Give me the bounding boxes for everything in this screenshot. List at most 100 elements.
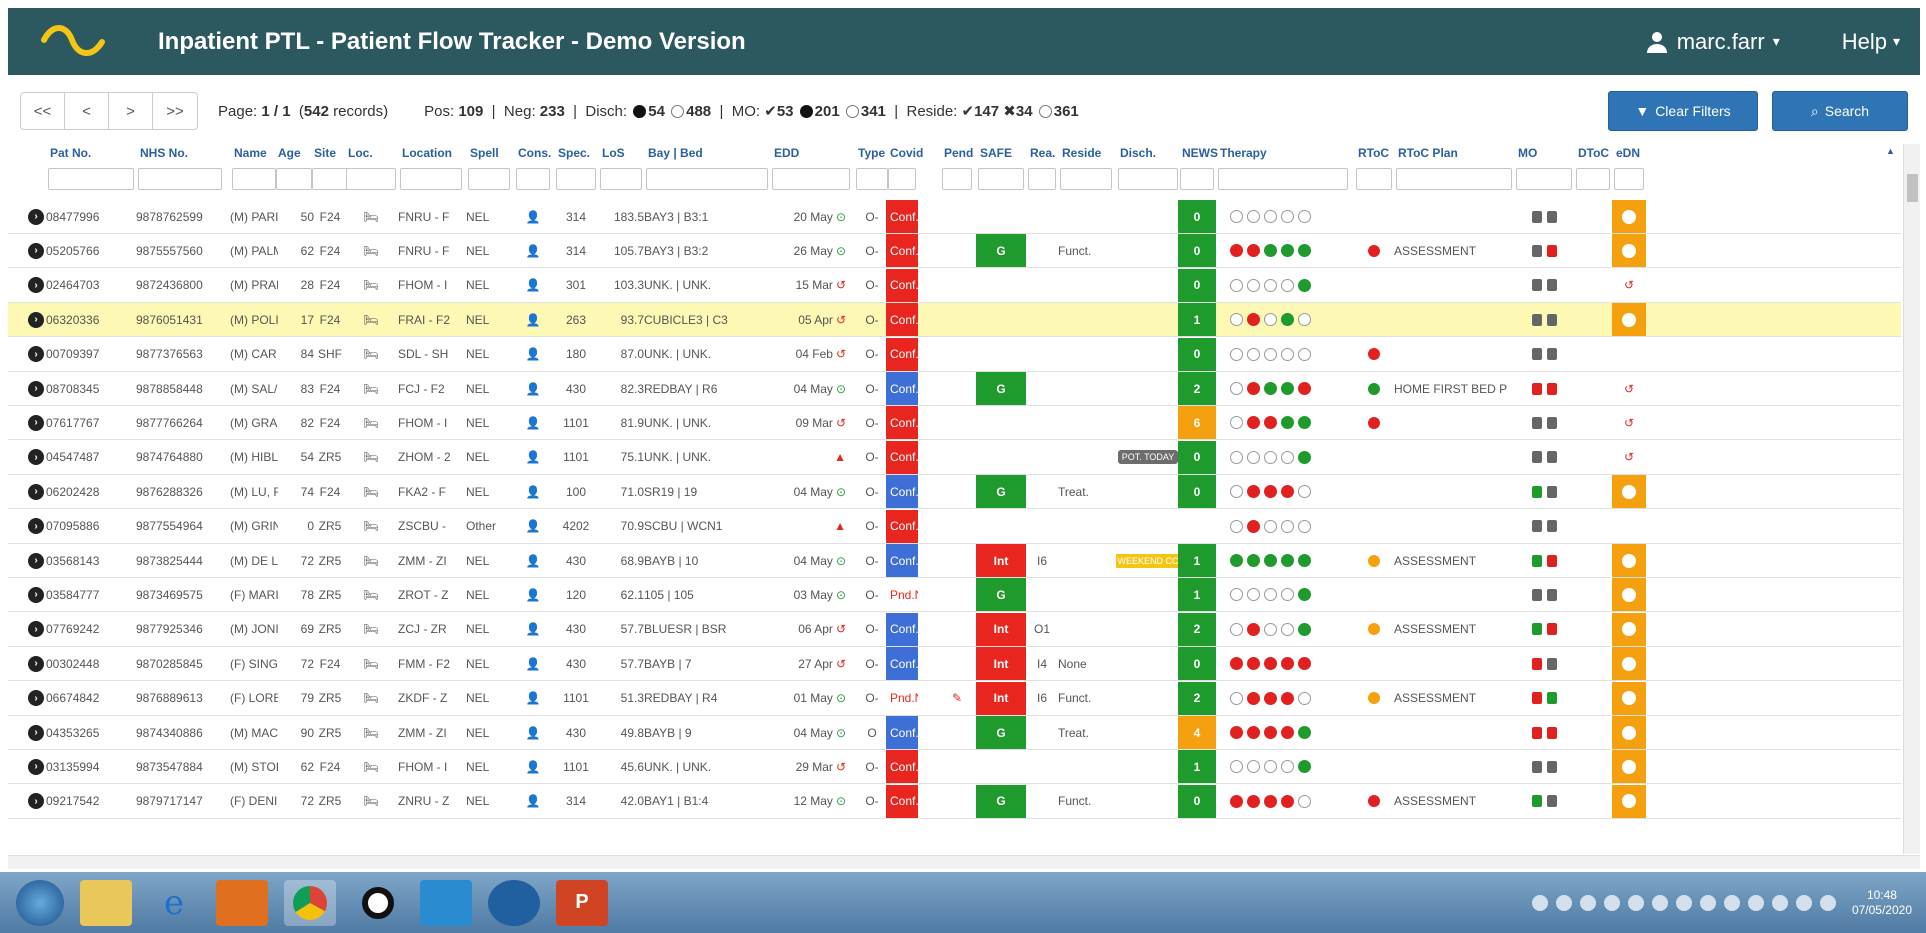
table-row[interactable]: › 00709397 9877376563 (M) CAR 84 SHF 🛏 SDL - SH…: [8, 337, 1901, 372]
covid-status-badge[interactable]: Conf.Neg: [886, 337, 918, 371]
tray-icon[interactable]: [1627, 894, 1644, 911]
covid-status-badge[interactable]: Conf.Neg: [886, 234, 918, 268]
covid-status-badge[interactable]: Conf.Pos: [886, 716, 918, 749]
covid-status-badge[interactable]: Conf.Pos: [886, 475, 918, 509]
covid-status-badge[interactable]: Conf.Neg: [886, 200, 918, 233]
column-filter-input[interactable]: [942, 168, 972, 190]
safe-badge[interactable]: G: [976, 578, 1026, 612]
expand-row-icon[interactable]: ›: [28, 793, 44, 810]
clipboard-icon[interactable]: [1531, 348, 1542, 361]
clipboard-icon[interactable]: [1546, 657, 1557, 670]
discharge-tag[interactable]: WEEKEND CC: [1116, 553, 1180, 568]
expand-cell[interactable]: ›: [28, 406, 46, 439]
column-header[interactable]: Cons.: [518, 146, 551, 160]
column-header[interactable]: NEWS: [1182, 146, 1218, 160]
table-row[interactable]: › 03135994 9873547884 (M) STOI 62 F24 🛏 FHOM - …: [8, 750, 1901, 785]
column-filter-input[interactable]: [1396, 168, 1512, 190]
column-header[interactable]: NHS No.: [140, 146, 188, 160]
tray-icon[interactable]: [1531, 894, 1548, 911]
expand-cell[interactable]: ›: [28, 303, 46, 336]
clear-filters-button[interactable]: ▼ Clear Filters: [1608, 91, 1758, 131]
clipboard-icon[interactable]: [1531, 485, 1542, 498]
clipboard-icon[interactable]: [1546, 554, 1557, 567]
safe-badge[interactable]: [976, 303, 1026, 336]
column-filter-input[interactable]: [556, 168, 596, 190]
edn-cell[interactable]: [1612, 647, 1646, 681]
column-header[interactable]: Location: [402, 146, 452, 160]
tray-icon[interactable]: [1699, 894, 1716, 911]
safe-badge[interactable]: [976, 750, 1026, 783]
app-circle-icon[interactable]: [352, 880, 404, 926]
covid-status-badge[interactable]: Conf.Neg: [886, 509, 918, 543]
column-filter-input[interactable]: [772, 168, 850, 190]
edn-cell[interactable]: [1612, 716, 1646, 749]
last-page-button[interactable]: >>: [153, 93, 197, 129]
clipboard-icon[interactable]: [1531, 554, 1542, 567]
column-filter-input[interactable]: [1118, 168, 1178, 190]
column-filter-input[interactable]: [312, 168, 348, 190]
sort-asc-icon[interactable]: ▲: [1886, 146, 1895, 156]
column-header[interactable]: SAFE: [980, 146, 1012, 160]
expand-row-icon[interactable]: ›: [28, 380, 44, 397]
clipboard-icon[interactable]: [1546, 279, 1557, 292]
safe-badge[interactable]: Int: [976, 681, 1026, 715]
clipboard-icon[interactable]: [1546, 520, 1557, 533]
outlook-icon[interactable]: [216, 879, 268, 926]
column-filter-input[interactable]: [1028, 168, 1056, 190]
chrome-icon[interactable]: [284, 879, 336, 926]
expand-row-icon[interactable]: ›: [28, 518, 44, 535]
expand-cell[interactable]: ›: [28, 578, 46, 611]
scroll-thumb[interactable]: [1907, 174, 1918, 202]
clipboard-icon[interactable]: [1546, 313, 1557, 326]
clipboard-icon[interactable]: [1546, 795, 1557, 808]
covid-status-badge[interactable]: Conf.Pos: [886, 372, 918, 405]
table-row[interactable]: › 03584777 9873469575 (F) MARI 78 ZR5 🛏 ZROT - …: [8, 578, 1901, 613]
column-filter-input[interactable]: [646, 168, 768, 190]
tray-icon[interactable]: [1603, 894, 1620, 911]
column-filter-input[interactable]: [1356, 168, 1392, 190]
covid-status-badge[interactable]: Conf.Pos: [886, 544, 918, 577]
discharge-tag[interactable]: POT. TODAY: [1117, 450, 1179, 465]
column-filter-input[interactable]: [1218, 168, 1348, 190]
column-header[interactable]: Therapy: [1220, 146, 1267, 160]
column-filter-input[interactable]: [1060, 168, 1112, 190]
expand-row-icon[interactable]: ›: [28, 724, 44, 741]
column-filter-input[interactable]: [600, 168, 642, 190]
expand-row-icon[interactable]: ›: [28, 586, 44, 603]
safe-badge[interactable]: G: [976, 716, 1026, 749]
expand-cell[interactable]: ›: [28, 647, 46, 680]
expand-cell[interactable]: ›: [28, 682, 46, 715]
expand-row-icon[interactable]: ›: [28, 414, 44, 431]
safe-badge[interactable]: Int: [976, 647, 1026, 681]
covid-status-badge[interactable]: Conf.Neg: [886, 406, 918, 440]
clipboard-icon[interactable]: [1531, 382, 1542, 395]
volume-icon[interactable]: [1819, 894, 1836, 911]
expand-row-icon[interactable]: ›: [28, 758, 44, 775]
edn-cell[interactable]: [1612, 338, 1646, 371]
tray-icon[interactable]: [1555, 894, 1572, 911]
expand-cell[interactable]: ›: [28, 510, 46, 543]
column-filter-input[interactable]: [400, 168, 462, 190]
clipboard-icon[interactable]: [1546, 588, 1557, 601]
column-filter-input[interactable]: [232, 168, 276, 190]
ie-icon[interactable]: e: [148, 880, 200, 926]
horizontal-scrollbar[interactable]: [8, 855, 1920, 869]
column-header[interactable]: Site: [314, 146, 336, 160]
clipboard-icon[interactable]: [1531, 657, 1542, 670]
table-row[interactable]: › 07769242 9877925346 (M) JONI 69 ZR5 🛏 ZCJ - Z…: [8, 612, 1901, 647]
start-button[interactable]: [16, 879, 64, 926]
column-header[interactable]: MO: [1518, 146, 1537, 160]
clipboard-icon[interactable]: [1531, 210, 1542, 223]
safe-badge[interactable]: G: [976, 784, 1026, 818]
edn-cell[interactable]: ↺: [1612, 441, 1646, 474]
clipboard-icon[interactable]: [1546, 692, 1557, 705]
lync-icon[interactable]: [488, 879, 540, 926]
table-row[interactable]: › 07617767 9877766264 (M) GRA 82 F24 🛏 FHOM - I…: [8, 406, 1901, 441]
edn-cell[interactable]: [1612, 234, 1646, 268]
covid-status-badge[interactable]: Conf.Pos: [886, 612, 918, 646]
edn-cell[interactable]: [1612, 750, 1646, 784]
expand-row-icon[interactable]: ›: [28, 311, 44, 328]
table-row[interactable]: › 07095886 9877554964 (M) GRIN 0 ZR5 🛏 ZSCBU - O…: [8, 509, 1901, 544]
column-header[interactable]: Reside: [1062, 146, 1101, 160]
table-row[interactable]: › 05205766 9875557560 (M) PALM 62 F24 🛏 FNRU - …: [8, 234, 1901, 269]
